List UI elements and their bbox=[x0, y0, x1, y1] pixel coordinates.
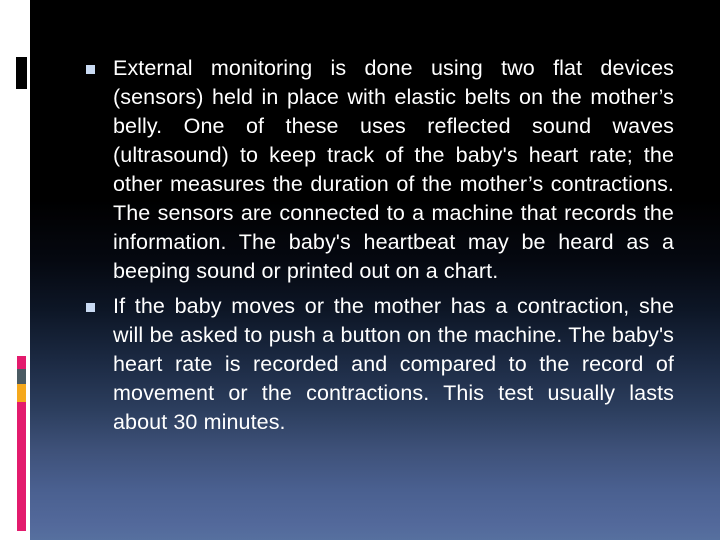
accent-bar-magenta-top bbox=[17, 356, 26, 369]
square-bullet-icon bbox=[86, 303, 95, 312]
list-item: If the baby moves or the mother has a co… bbox=[86, 292, 674, 437]
slide-body-content: External monitoring is done using two fl… bbox=[86, 54, 674, 443]
presentation-slide: External monitoring is done using two fl… bbox=[0, 0, 720, 540]
list-item: External monitoring is done using two fl… bbox=[86, 54, 674, 286]
accent-bar-magenta-long bbox=[17, 402, 26, 531]
bullet-paragraph-2: If the baby moves or the mother has a co… bbox=[113, 294, 674, 434]
square-bullet-icon bbox=[86, 65, 95, 74]
left-black-block-accent bbox=[16, 57, 27, 89]
accent-bar-slate bbox=[17, 369, 26, 384]
accent-bar-amber bbox=[17, 384, 26, 402]
bullet-paragraph-1: External monitoring is done using two fl… bbox=[113, 56, 674, 283]
